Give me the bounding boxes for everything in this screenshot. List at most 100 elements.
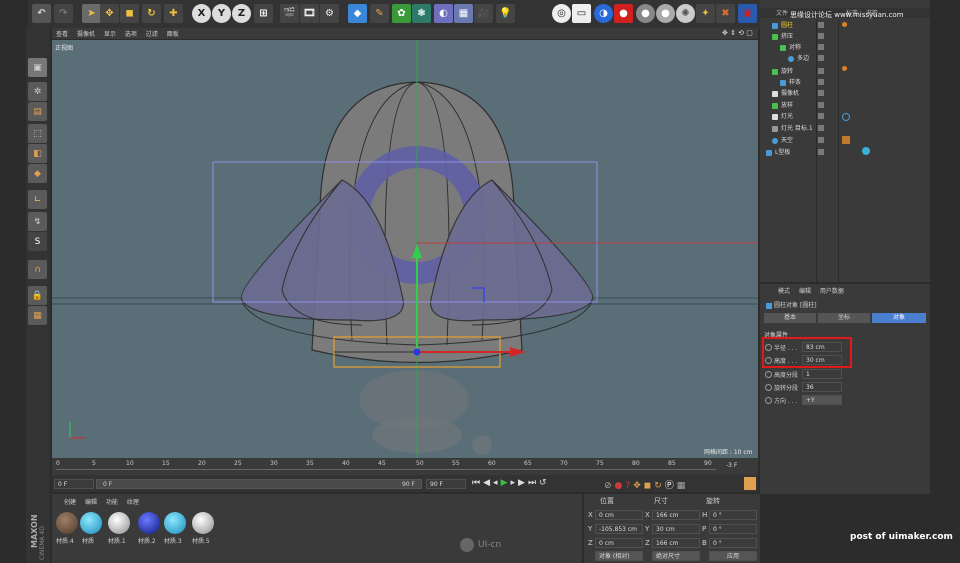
material-swatch[interactable] <box>192 512 214 534</box>
tweak-mode-icon[interactable]: ↯ <box>28 212 47 231</box>
tree-item-lathe[interactable]: 旋转 <box>762 66 942 77</box>
coord-mode-select[interactable]: 对象 (相对) <box>595 551 643 561</box>
timeline-options-icon[interactable] <box>744 477 756 490</box>
magnet-icon[interactable]: ∩ <box>28 260 47 279</box>
tab-basic[interactable]: 基本 <box>764 313 816 323</box>
render-picture-icon[interactable]: 🎞 <box>300 4 319 23</box>
array-icon[interactable]: ❃ <box>412 4 431 23</box>
axis-mode-icon[interactable]: ∟ <box>28 190 47 209</box>
play-icon[interactable]: ▶ <box>501 478 511 488</box>
next-key-icon[interactable]: ▶ <box>518 478 528 488</box>
next-frame-icon[interactable]: ▸ <box>510 478 518 488</box>
coordinate-system-icon[interactable]: ⊞ <box>254 4 273 23</box>
move-tool-icon[interactable]: ✥ <box>100 4 119 23</box>
tree-item-cylinder[interactable]: 圆柱 <box>762 20 942 31</box>
material-swatch[interactable] <box>80 512 102 534</box>
render-view-icon[interactable]: 🎬 <box>280 4 299 23</box>
visibility-toggle[interactable] <box>818 68 824 74</box>
viewport-menu-options[interactable]: 选项 <box>125 31 137 38</box>
orientation-radio[interactable] <box>765 397 772 404</box>
tools-icon[interactable]: ✖ <box>716 4 735 23</box>
snap-icon[interactable]: S <box>28 232 47 251</box>
tree-item-spline[interactable]: 样条 <box>762 77 950 88</box>
tree-item-light[interactable]: 灯光 <box>762 111 942 122</box>
om-menu-file[interactable]: 文件 <box>776 10 788 17</box>
frame-range-slider[interactable]: 0 F 90 F <box>96 479 422 489</box>
sphere-icon[interactable]: ● <box>636 4 655 23</box>
tree-item-light-target[interactable]: 灯光 目标.1 <box>762 123 942 134</box>
viewport[interactable]: 正视图 网格间距: 10 cm <box>52 40 758 458</box>
orientation-select[interactable]: +Y <box>802 395 842 405</box>
tree-item-camera[interactable]: 摄像机 <box>762 88 942 99</box>
model-mode-icon[interactable]: ▣ <box>28 58 47 77</box>
tree-item-lplate[interactable]: L型板 <box>762 147 936 158</box>
visibility-toggle[interactable] <box>818 22 824 28</box>
apply-button[interactable]: 应用 <box>709 551 757 561</box>
hair-icon[interactable]: ✺ <box>676 4 695 23</box>
magic-icon[interactable]: ✦ <box>696 4 715 23</box>
visibility-toggle[interactable] <box>818 113 824 119</box>
scale-tool-icon[interactable]: ◼ <box>120 4 139 23</box>
mat-menu-edit[interactable]: 编辑 <box>85 499 97 506</box>
visibility-toggle[interactable] <box>818 44 824 50</box>
render-settings-icon[interactable]: ⚙ <box>320 4 339 23</box>
material-swatch[interactable] <box>164 512 186 534</box>
record-icon[interactable]: ● <box>614 4 633 23</box>
display-mode-icon[interactable]: ◎ <box>552 4 571 23</box>
height-segments-radio[interactable] <box>765 371 772 378</box>
viewport-nav-icons[interactable]: ✥ ⇕ ⟲ ▢ <box>722 29 753 37</box>
rot-p-field[interactable]: 0 ° <box>709 524 757 534</box>
visibility-toggle[interactable] <box>818 149 824 155</box>
attr-menu-edit[interactable]: 编辑 <box>799 288 811 295</box>
deformer-icon[interactable]: ◐ <box>434 4 453 23</box>
lock-icon[interactable]: 🔒 <box>28 286 47 305</box>
floor-icon[interactable]: ▦ <box>454 4 473 23</box>
viewport-menu-camera[interactable]: 摄像机 <box>77 31 95 38</box>
pos-x-field[interactable]: 0 cm <box>595 510 643 520</box>
param-key-icon[interactable]: Ⓟ <box>665 481 677 491</box>
rot-h-field[interactable]: 0 ° <box>709 510 757 520</box>
tab-coordinate[interactable]: 坐标 <box>818 313 870 323</box>
visibility-toggle[interactable] <box>818 102 824 108</box>
prev-frame-icon[interactable]: ◂ <box>493 478 501 488</box>
visibility-toggle[interactable] <box>818 55 824 61</box>
height-segments-field[interactable]: 1 <box>802 369 842 379</box>
size-y-field[interactable]: 30 cm <box>652 524 700 534</box>
size-mode-select[interactable]: 绝对尺寸 <box>652 551 700 561</box>
visibility-toggle[interactable] <box>818 90 824 96</box>
rotate-key-icon[interactable]: ↻ <box>654 481 665 491</box>
tree-item-polygon[interactable]: 多边 <box>762 53 958 64</box>
go-end-icon[interactable]: ⏭ <box>528 478 539 488</box>
select-tool-icon[interactable]: ➤ <box>82 4 101 23</box>
pen-icon[interactable]: ✎ <box>370 4 389 23</box>
go-start-icon[interactable]: ⏮ <box>472 478 483 488</box>
tab-object[interactable]: 对象 <box>872 313 926 323</box>
tree-item-extrude[interactable]: 挤压 <box>762 31 942 42</box>
tree-item-loft[interactable]: 放样 <box>762 100 942 111</box>
start-frame-field[interactable]: 0 F <box>54 479 94 489</box>
loop-icon[interactable]: ↺ <box>539 478 550 488</box>
material-sphere-icon[interactable]: ● <box>656 4 675 23</box>
end-frame-field[interactable]: 90 F <box>426 479 466 489</box>
viewport-menu-filter[interactable]: 过滤 <box>146 31 158 38</box>
rotate-tool-icon[interactable]: ↻ <box>142 4 161 23</box>
x-axis-icon[interactable]: X <box>192 4 211 23</box>
tree-item-symmetry[interactable]: 对称 <box>762 42 950 53</box>
y-axis-icon[interactable]: Y <box>212 4 231 23</box>
z-axis-icon[interactable]: Z <box>232 4 251 23</box>
rot-b-field[interactable]: 0 ° <box>709 538 757 548</box>
viewport-menu-display[interactable]: 显示 <box>104 31 116 38</box>
material-swatch[interactable] <box>56 512 78 534</box>
subdivision-icon[interactable]: ✿ <box>392 4 411 23</box>
polygons-mode-icon[interactable]: ◆ <box>28 164 47 183</box>
tree-item-sky[interactable]: 天空 <box>762 135 942 146</box>
visibility-toggle[interactable] <box>818 33 824 39</box>
mat-menu-texture[interactable]: 纹理 <box>127 499 139 506</box>
pos-y-field[interactable]: -105.853 cm <box>595 524 643 534</box>
mat-menu-function[interactable]: 功能 <box>106 499 118 506</box>
texture-mode-icon[interactable]: ✲ <box>28 82 47 101</box>
visibility-toggle[interactable] <box>818 125 824 131</box>
key-icon[interactable]: ● <box>615 481 626 491</box>
camera-icon[interactable]: 🎥 <box>474 4 493 23</box>
box-mode-icon[interactable]: ▭ <box>572 4 591 23</box>
